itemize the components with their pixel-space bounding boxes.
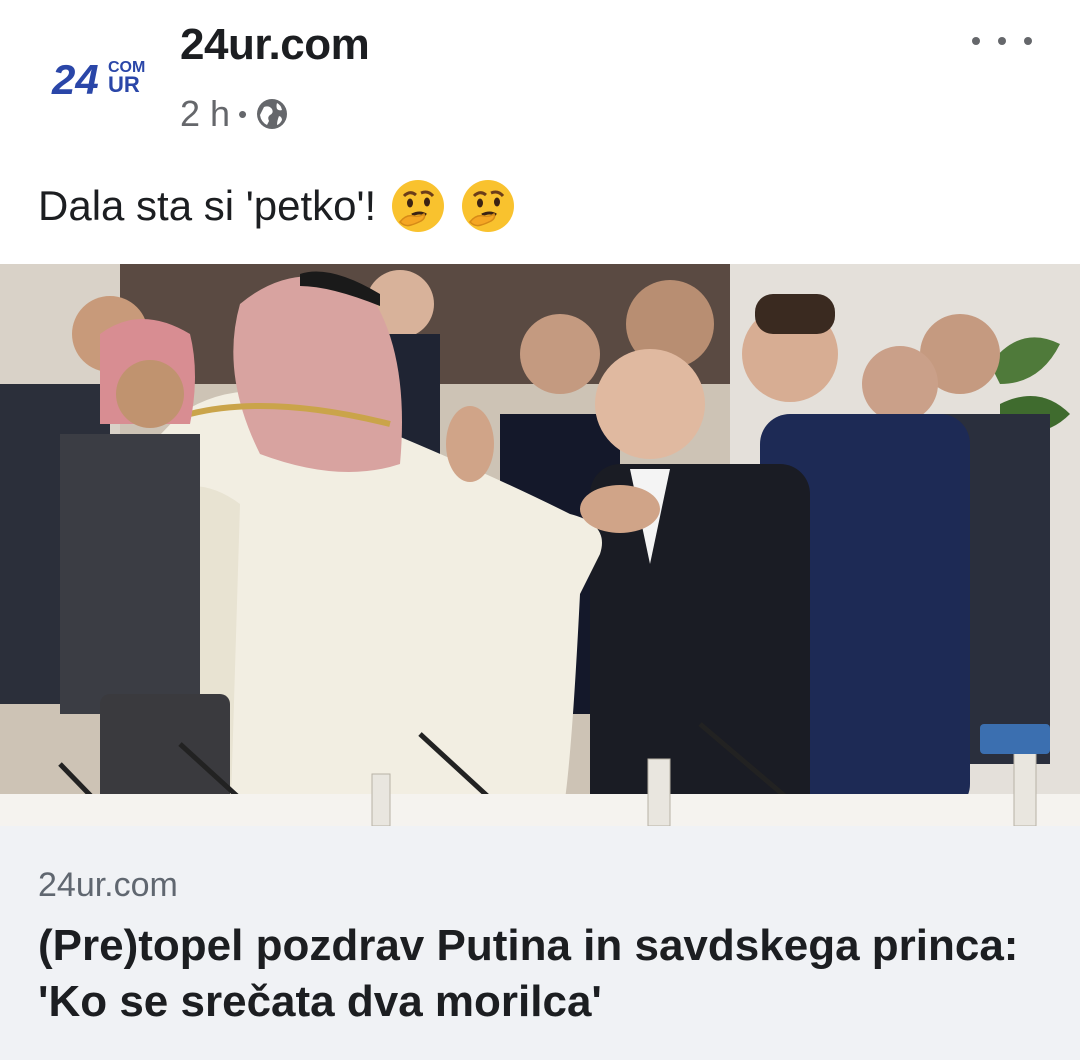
page-name-link[interactable]: 24ur.com bbox=[180, 20, 370, 70]
post-message: Dala sta si 'petko'! bbox=[38, 178, 516, 234]
link-domain: 24ur.com bbox=[38, 866, 178, 904]
post-timestamp[interactable]: 2 h bbox=[180, 93, 230, 135]
globe-icon bbox=[257, 99, 288, 129]
post-header: 24 COM UR 24ur.com 2 h • Dala sta si 'pe… bbox=[0, 0, 1080, 232]
summit-handshake-photo bbox=[0, 264, 1080, 826]
post-photo[interactable] bbox=[0, 264, 1080, 826]
thinking-face-icon bbox=[392, 180, 445, 232]
post-message-text: Dala sta si 'petko'! bbox=[38, 182, 377, 229]
link-title[interactable]: (Pre)topel pozdrav Putina in savdskega p… bbox=[38, 918, 1038, 1030]
more-options-icon[interactable] bbox=[972, 26, 1032, 56]
logo-ur: UR bbox=[108, 72, 140, 97]
thinking-face-icon bbox=[462, 180, 515, 232]
post-meta: 2 h • bbox=[180, 92, 289, 136]
link-preview[interactable]: 24ur.com (Pre)topel pozdrav Putina in sa… bbox=[0, 826, 1080, 1060]
meta-separator: • bbox=[238, 98, 248, 129]
logo-24: 24 bbox=[51, 56, 99, 103]
page-avatar-logo[interactable]: 24 COM UR bbox=[40, 36, 160, 126]
